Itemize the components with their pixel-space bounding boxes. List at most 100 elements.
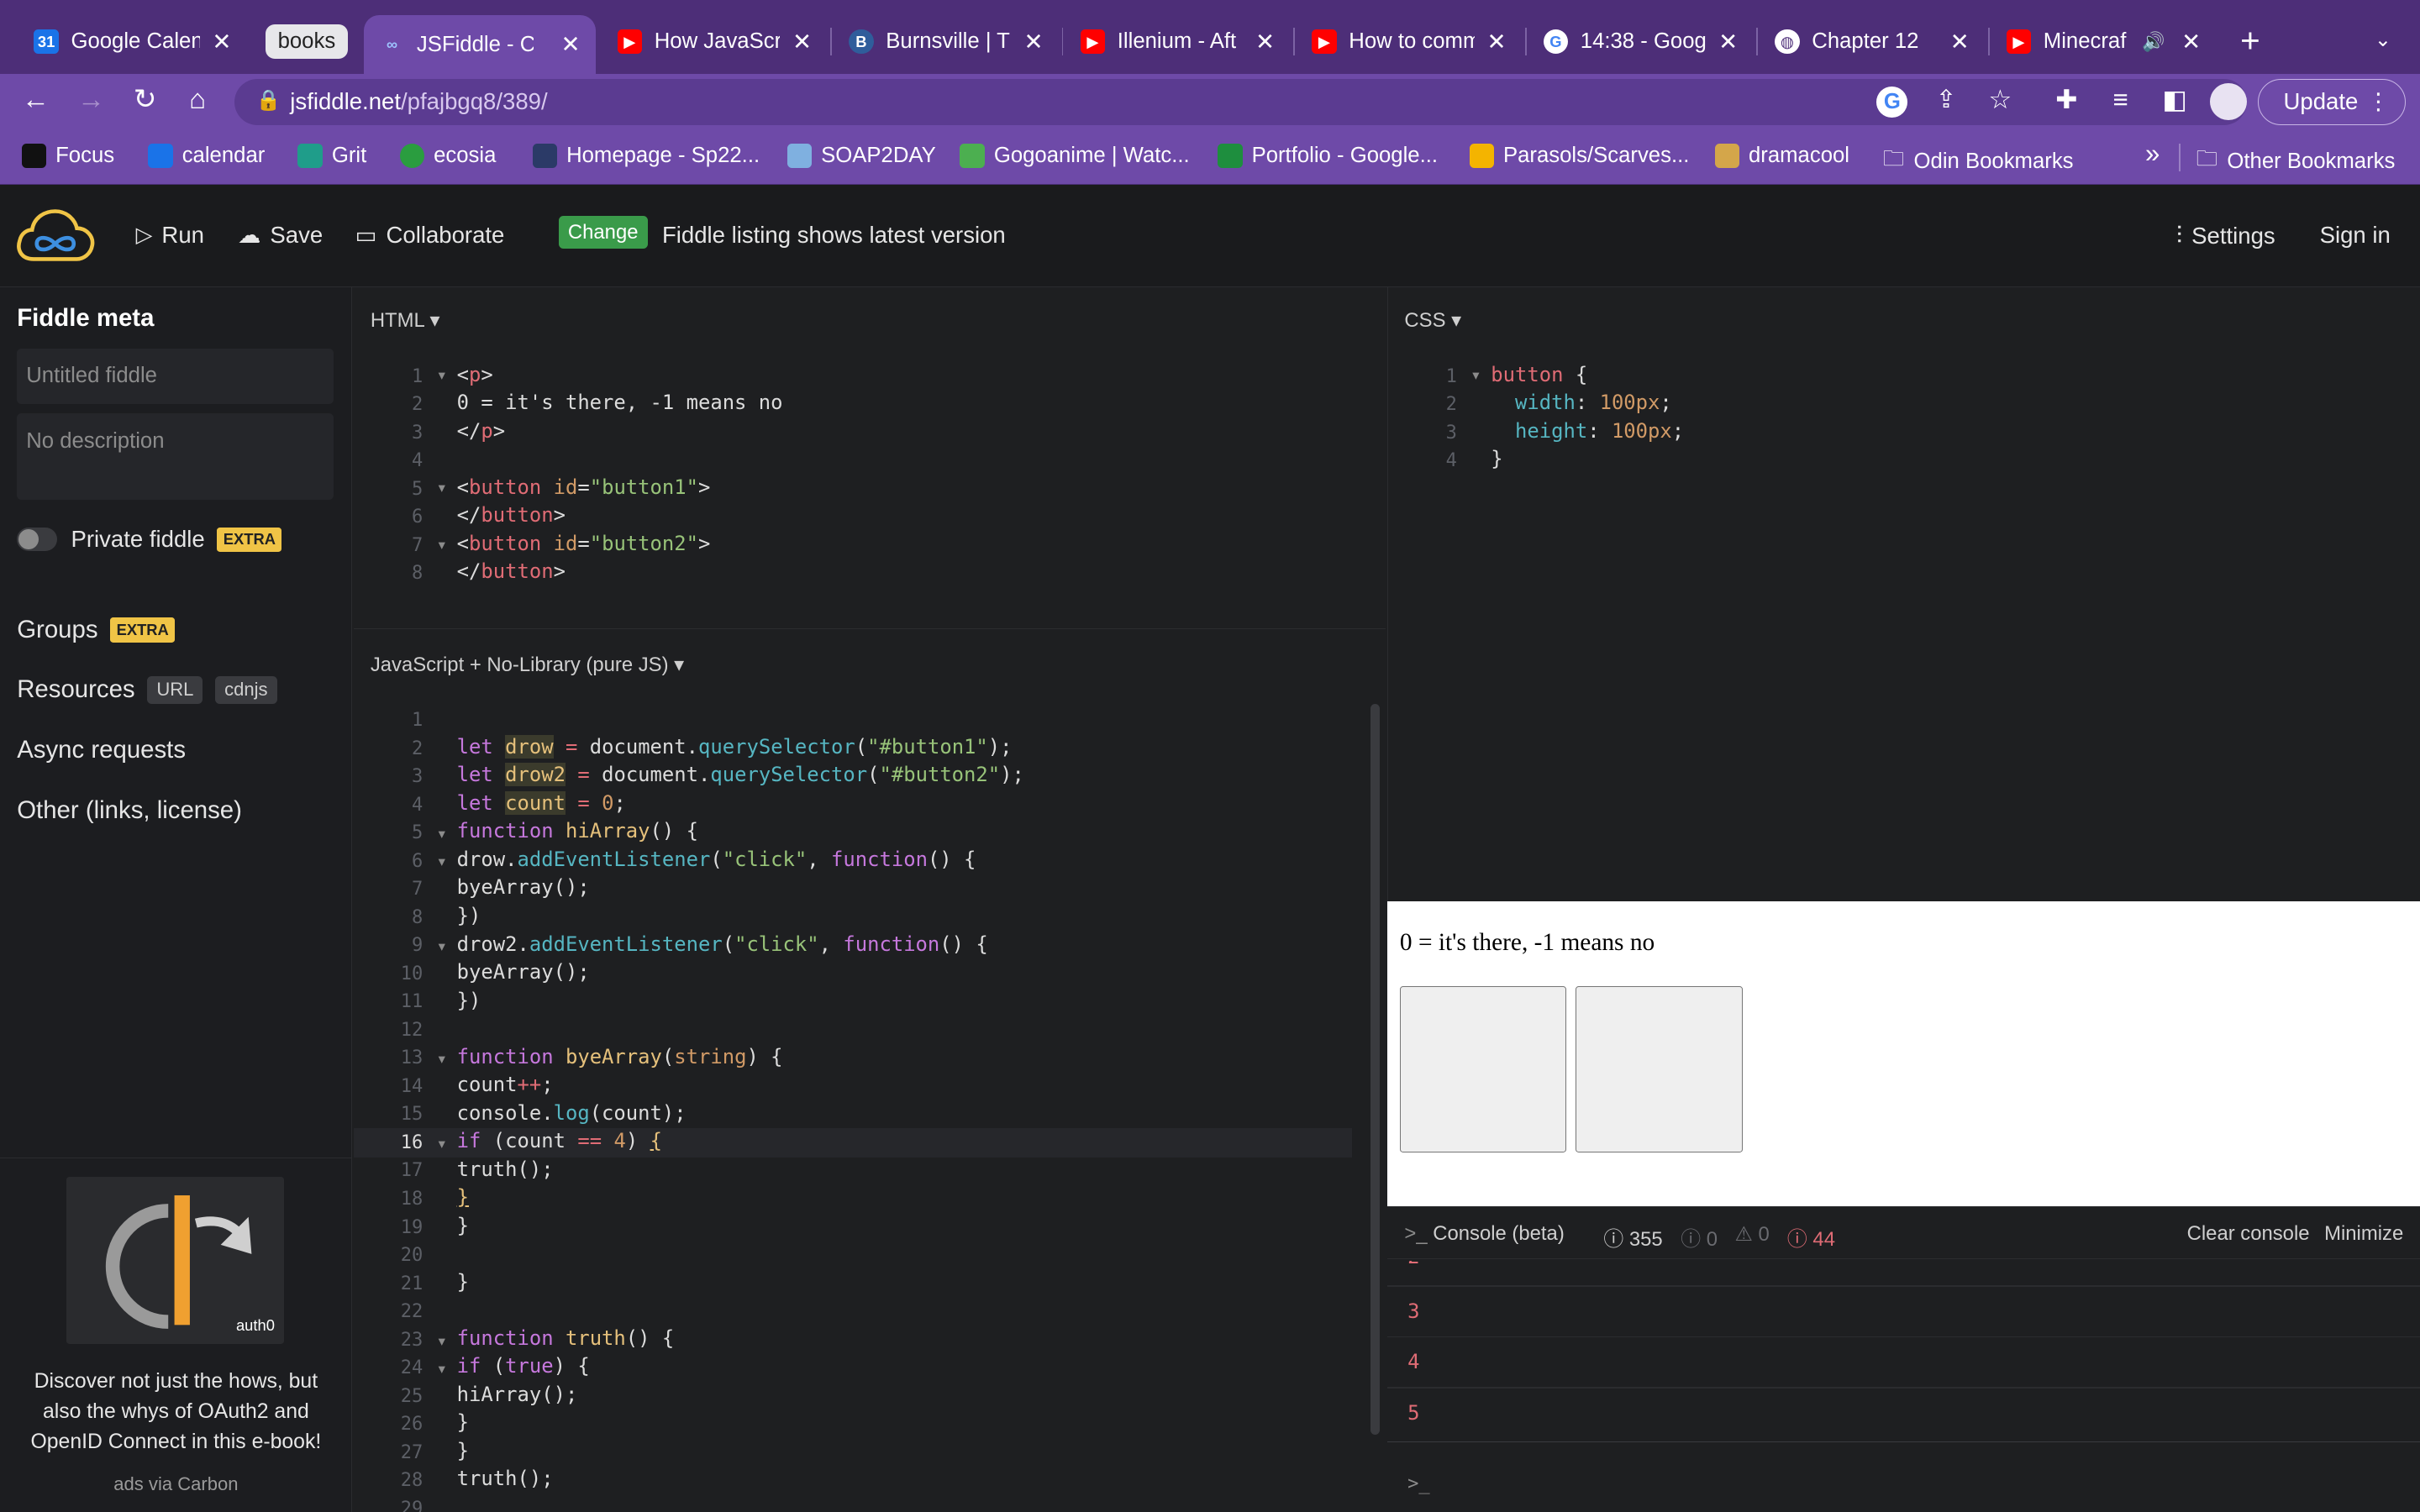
css-editor[interactable]: button { width: 100px; height: 100px; } [1491, 361, 1684, 474]
jsfiddle-logo-icon[interactable] [15, 207, 96, 265]
private-toggle[interactable] [17, 528, 57, 551]
minimize-console-button[interactable]: Minimize [2324, 1222, 2403, 1246]
close-icon[interactable]: ✕ [792, 29, 812, 55]
fiddle-title-input[interactable]: Untitled fiddle [17, 349, 334, 405]
sign-in-link[interactable]: Sign in [2320, 222, 2391, 249]
google-lens-icon[interactable]: G [1876, 86, 1908, 118]
tab-title: Chapter 12 [1812, 29, 1919, 54]
sidebar-item-groups[interactable]: Groups EXTRA [17, 616, 176, 644]
error-icon: ⓘ [1786, 1227, 1807, 1251]
css-line-numbers: 1 2 3 4 [1445, 365, 1457, 472]
ad-via-carbon[interactable]: ads via Carbon [0, 1473, 352, 1495]
tab-chapter-12[interactable]: ◍ Chapter 12 ✕ [1760, 15, 1985, 67]
tab-how-to-comm[interactable]: ▶ How to comm ✕ [1297, 15, 1522, 67]
collaborate-button[interactable]: ▭ Collaborate [355, 222, 504, 249]
settings-button[interactable]: ⫶ Settings [2176, 222, 2275, 250]
close-icon[interactable]: ✕ [561, 31, 581, 58]
html-editor[interactable]: <p> 0 = it's there, -1 means no </p> <bu… [457, 361, 783, 586]
change-badge[interactable]: Change [558, 216, 648, 249]
js-panel-label[interactable]: JavaScript + No-Library (pure JS) ▾ [371, 653, 684, 677]
back-icon[interactable]: ← [17, 81, 54, 118]
tab-title: How JavaScri [654, 29, 781, 54]
close-icon[interactable]: ✕ [1718, 29, 1738, 55]
tab-how-javascript[interactable]: ▶ How JavaScri ✕ [602, 15, 827, 67]
side-panel-icon[interactable]: ◧ [2156, 81, 2193, 118]
new-tab-icon[interactable]: + [2232, 22, 2269, 59]
css-panel-label[interactable]: CSS ▾ [1404, 308, 1461, 333]
bookmark-homepage[interactable]: Homepage - Sp22... [532, 143, 760, 169]
home-icon[interactable]: ⌂ [179, 81, 216, 118]
js-scrollbar[interactable] [1370, 703, 1381, 1436]
ecosia-icon [399, 143, 425, 169]
html-panel-label[interactable]: HTML ▾ [371, 308, 440, 333]
url-text[interactable]: jsfiddle.net/pfajbgq8/389/ [290, 88, 547, 115]
console-log-entry: 5 [1407, 1400, 1420, 1425]
terminal-icon: >_ [1404, 1221, 1428, 1245]
close-icon[interactable]: ✕ [2181, 29, 2201, 55]
tab-group-books[interactable]: books [265, 24, 348, 59]
console-input-prompt[interactable]: >_ [1407, 1473, 1430, 1494]
clear-console-button[interactable]: Clear console [2187, 1222, 2310, 1246]
sidebar-item-async-requests[interactable]: Async requests [17, 736, 186, 764]
tab-illenium[interactable]: ▶ Illenium - Aft ✕ [1065, 15, 1290, 67]
close-icon[interactable]: ✕ [1024, 29, 1044, 55]
bookmark-ecosia[interactable]: ecosia [399, 143, 496, 169]
bookmark-gogoanime[interactable]: Gogoanime | Watc... [960, 143, 1190, 169]
bookmark-dramacool[interactable]: dramacool [1714, 143, 1849, 169]
other-bookmarks-folder[interactable]: 🗀 Other Bookmarks [2196, 144, 2396, 180]
tab-burnsville[interactable]: B Burnsville | T ✕ [834, 15, 1059, 67]
close-icon[interactable]: ✕ [1487, 29, 1507, 55]
tab-minecraft[interactable]: ▶ Minecraf 🔊 ✕ [1991, 15, 2216, 67]
extensions-icon[interactable]: ✚ [2048, 81, 2085, 118]
sidebar-title: Fiddle meta [17, 303, 155, 332]
google-sites-icon [1218, 143, 1243, 169]
update-button[interactable]: Update ⋮ [2258, 78, 2407, 125]
ad-image[interactable]: auth0 [66, 1177, 284, 1344]
extra-tag: EXTRA [217, 527, 282, 552]
bookmark-grit[interactable]: Grit [297, 143, 366, 169]
school-icon: B [849, 29, 874, 55]
tab-google-calendar[interactable]: 31 Google Calen ✕ [18, 15, 247, 67]
warning-icon: ⚠ [1734, 1222, 1753, 1246]
bookmarks-overflow[interactable]: » [2145, 139, 2160, 169]
tab-group-label: books [277, 29, 336, 54]
grit-icon [297, 143, 323, 169]
close-icon[interactable]: ✕ [212, 29, 231, 55]
bookmark-portfolio[interactable]: Portfolio - Google... [1218, 143, 1438, 169]
share-icon[interactable]: ⇪ [1928, 81, 1965, 118]
result-button-1[interactable] [1399, 985, 1567, 1153]
media-controls-icon[interactable]: ≡ [2102, 81, 2139, 118]
tab-jsfiddle[interactable]: ∞ JSFiddle - Co ✕ [364, 15, 596, 75]
sidebar-item-other[interactable]: Other (links, license) [17, 796, 242, 825]
fiddle-description-input[interactable]: No description [17, 413, 334, 501]
console-info-count[interactable]: ⓘ 355 [1603, 1222, 1662, 1252]
bookmark-star-icon[interactable]: ☆ [1981, 81, 2018, 118]
folder-icon: 🗀 [1882, 146, 1905, 171]
console-log-count[interactable]: ⓘ 0 [1681, 1222, 1718, 1252]
js-editor[interactable]: let drow = document.querySelector("#butt… [457, 705, 1024, 1493]
bookmark-focus[interactable]: Focus [21, 143, 114, 169]
bookmark-soap2day[interactable]: SOAP2DAY [786, 143, 936, 169]
forward-icon[interactable]: → [72, 81, 109, 118]
console-error-count[interactable]: ⓘ 44 [1787, 1222, 1835, 1252]
reload-icon[interactable]: ↻ [127, 81, 164, 118]
bookmark-odin-folder[interactable]: 🗀 Odin Bookmarks [1883, 144, 2074, 180]
bookmark-calendar[interactable]: calendar [148, 143, 265, 169]
page-icon [532, 143, 558, 169]
speaker-icon[interactable]: 🔊 [2142, 31, 2165, 53]
result-button-2[interactable] [1576, 985, 1743, 1153]
sidebar-item-resources[interactable]: Resources URL cdnjs [17, 675, 277, 705]
console-warn-count[interactable]: ⚠ 0 [1734, 1222, 1769, 1247]
lock-icon[interactable]: 🔒 [256, 88, 281, 113]
tab-search-chevron-icon[interactable]: ⌄ [2365, 22, 2402, 59]
bookmark-parasols[interactable]: Parasols/Scarves... [1469, 143, 1689, 169]
ad-text[interactable]: Discover not just the hows, but also the… [15, 1367, 336, 1457]
close-icon[interactable]: ✕ [1950, 29, 1970, 55]
close-icon[interactable]: ✕ [1255, 29, 1275, 55]
save-button[interactable]: ☁ Save [238, 222, 323, 249]
run-button[interactable]: ▷ Run [136, 222, 204, 249]
url-tag: URL [147, 675, 203, 705]
tab-google-search[interactable]: G 14:38 - Goog ✕ [1528, 15, 1753, 67]
tab-title: Illenium - Aft [1117, 29, 1237, 54]
browser-tab-strip: 31 Google Calen ✕ books ∞ JSFiddle - Co … [0, 0, 2420, 75]
